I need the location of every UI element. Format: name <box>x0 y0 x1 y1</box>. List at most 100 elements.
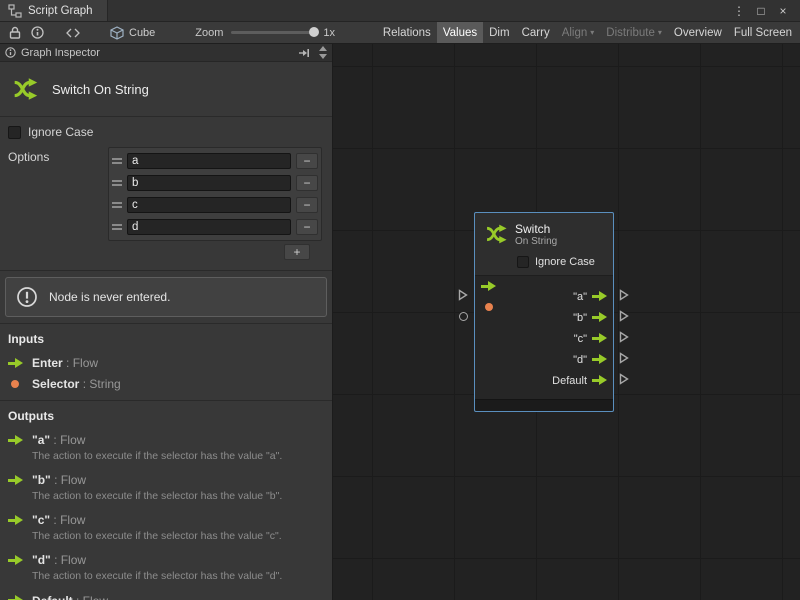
inspector-scrollbar <box>317 46 329 59</box>
graph-inspector-panel: Graph Inspector Switch On String Ignore … <box>0 44 333 600</box>
dock-arrow-icon <box>298 47 310 59</box>
switch-node[interactable]: Switch On String Ignore Case "a" "b" "c" <box>474 212 614 412</box>
zoom-value: 1x <box>323 27 335 39</box>
option-row: − <box>112 172 318 194</box>
zoom-slider-knob[interactable] <box>309 27 319 37</box>
drag-handle-icon[interactable] <box>112 202 122 208</box>
zoom-slider[interactable] <box>231 31 315 34</box>
node-ignore-case-checkbox[interactable] <box>517 256 529 268</box>
switch-icon <box>483 221 509 247</box>
window-maximize-button[interactable]: □ <box>752 2 770 20</box>
flow-arrow-icon <box>8 515 23 526</box>
tab-script-graph[interactable]: Script Graph <box>0 0 108 21</box>
window-menu-button[interactable]: ⋮ <box>730 2 748 20</box>
drag-handle-icon[interactable] <box>112 180 122 186</box>
port-entry-d: "d" : Flow <box>0 549 332 570</box>
option-row: − <box>112 150 318 172</box>
output-row-d: "d" <box>475 349 613 370</box>
port-description: The action to execute if the selector ha… <box>32 490 322 503</box>
graph-canvas[interactable]: Switch On String Ignore Case "a" "b" "c" <box>333 44 800 600</box>
dim-button[interactable]: Dim <box>483 22 515 43</box>
fullscreen-button[interactable]: Full Screen <box>728 22 798 43</box>
scroll-up-button[interactable] <box>319 46 327 51</box>
tab-label: Script Graph <box>28 5 93 17</box>
flow-arrow-icon <box>8 475 23 486</box>
values-button[interactable]: Values <box>437 22 483 43</box>
flow-arrow-icon[interactable] <box>592 333 607 344</box>
remove-option-button[interactable]: − <box>296 197 318 213</box>
add-option-button[interactable]: + <box>284 244 310 260</box>
flow-arrow-icon[interactable] <box>592 375 607 386</box>
input-value-port[interactable] <box>459 312 468 321</box>
output-flow-port-default[interactable] <box>619 373 629 385</box>
remove-option-button[interactable]: − <box>296 219 318 235</box>
remove-option-button[interactable]: − <box>296 175 318 191</box>
enter-flow-arrow-icon[interactable] <box>481 281 496 292</box>
node-subtitle: On String <box>515 236 557 247</box>
option-input[interactable] <box>127 153 291 169</box>
distribute-button[interactable]: Distribute ▾ <box>600 22 668 43</box>
option-row: − <box>112 216 318 238</box>
flow-arrow-icon[interactable] <box>592 312 607 323</box>
ignore-case-checkbox[interactable] <box>8 126 21 139</box>
info-icon <box>31 26 44 39</box>
unit-title-block: Switch On String <box>0 62 332 116</box>
output-row-default: Default <box>475 370 613 391</box>
port-entry-a: "a" : Flow <box>0 429 332 450</box>
output-flow-port-c[interactable] <box>619 331 629 343</box>
inspector-header: Graph Inspector <box>0 44 332 62</box>
object-label: Cube <box>129 27 155 39</box>
window-close-button[interactable]: × <box>774 2 792 20</box>
chevron-down-icon: ▾ <box>590 29 594 37</box>
output-row-b: "b" <box>475 307 613 328</box>
align-button[interactable]: Align ▾ <box>556 22 601 43</box>
lock-button[interactable] <box>4 24 26 42</box>
flow-arrow-icon[interactable] <box>592 291 607 302</box>
ignore-case-row: Ignore Case <box>0 117 332 147</box>
drag-handle-icon[interactable] <box>112 224 122 230</box>
flow-arrow-icon <box>8 358 23 369</box>
output-flow-port-a[interactable] <box>619 289 629 301</box>
string-dot-icon <box>11 380 19 388</box>
node-ports: "a" "b" "c" "d" Default <box>475 275 613 399</box>
ignore-case-label: Ignore Case <box>28 125 93 139</box>
option-input[interactable] <box>127 175 291 191</box>
output-flow-port-d[interactable] <box>619 352 629 364</box>
port-description: The action to execute if the selector ha… <box>32 450 322 463</box>
input-flow-port[interactable] <box>458 289 468 301</box>
flow-arrow-icon[interactable] <box>592 354 607 365</box>
graph-toolbar: Cube Zoom 1x Relations Values Dim Carry … <box>0 22 800 44</box>
flow-arrow-icon <box>8 435 23 446</box>
cube-icon <box>110 26 124 40</box>
overview-button[interactable]: Overview <box>668 22 728 43</box>
zoom-label: Zoom <box>195 27 223 39</box>
drag-handle-icon[interactable] <box>112 158 122 164</box>
port-entry-selector: Selector : String <box>0 373 332 394</box>
collapse-inspector-button[interactable] <box>296 45 312 61</box>
warning-text: Node is never entered. <box>49 290 170 304</box>
options-list: − − − − <box>108 147 322 241</box>
relations-button[interactable]: Relations <box>377 22 437 43</box>
code-icon <box>66 28 80 38</box>
warning-icon <box>16 286 38 308</box>
info-icon <box>5 47 16 58</box>
code-view-button[interactable] <box>62 24 84 42</box>
flow-arrow-icon <box>8 555 23 566</box>
inputs-header: Inputs <box>0 324 332 352</box>
output-row-c: "c" <box>475 328 613 349</box>
carry-button[interactable]: Carry <box>516 22 556 43</box>
port-entry-enter: Enter : Flow <box>0 352 332 373</box>
selector-dot-icon[interactable] <box>485 303 493 311</box>
options-label: Options <box>8 147 108 266</box>
port-entry-c: "c" : Flow <box>0 509 332 530</box>
option-input[interactable] <box>127 219 291 235</box>
window-controls: ⋮ □ × <box>730 0 800 21</box>
unit-title: Switch On String <box>52 82 149 97</box>
remove-option-button[interactable]: − <box>296 153 318 169</box>
switch-icon <box>10 74 40 104</box>
window-titlebar: Script Graph ⋮ □ × <box>0 0 800 22</box>
inspector-info-button[interactable] <box>26 24 48 42</box>
scroll-down-button[interactable] <box>319 54 327 59</box>
output-flow-port-b[interactable] <box>619 310 629 322</box>
option-input[interactable] <box>127 197 291 213</box>
